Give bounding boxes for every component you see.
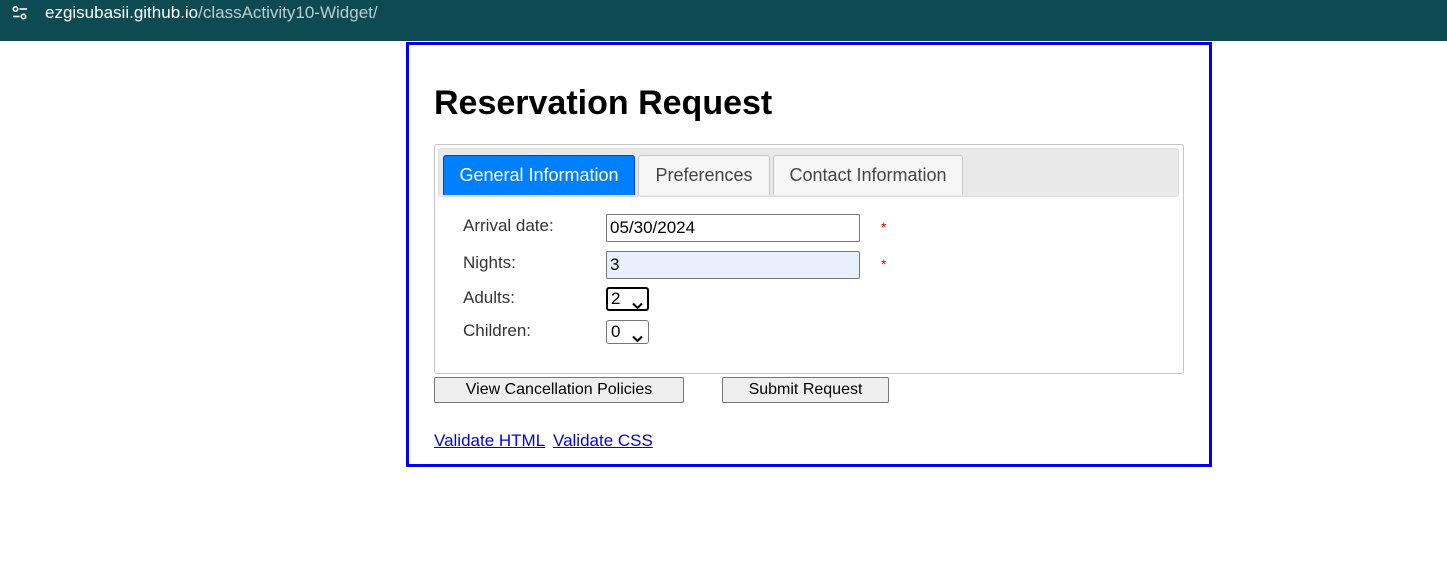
- children-label: Children:: [463, 321, 532, 340]
- arrival-date-input[interactable]: [606, 214, 860, 242]
- url-path: /classActivity10-Widget/: [198, 3, 378, 22]
- children-select-value: 0: [611, 322, 621, 341]
- browser-address-bar: ezgisubasii.github.io/classActivity10-Wi…: [0, 0, 1447, 37]
- tab-general-information[interactable]: General Information: [443, 155, 635, 195]
- tabs-widget: General Information Preferences Contact …: [434, 144, 1184, 374]
- tab-preferences[interactable]: Preferences: [638, 155, 770, 195]
- nights-label: Nights:: [463, 253, 516, 272]
- nights-input[interactable]: [606, 251, 860, 279]
- adults-select-value: 2: [611, 289, 621, 308]
- page-title: Reservation Request: [434, 84, 773, 122]
- chevron-down-icon: [632, 295, 643, 310]
- arrival-date-required-mark: *: [881, 219, 887, 235]
- children-select[interactable]: 0: [606, 320, 649, 344]
- validate-css-link[interactable]: Validate CSS: [553, 431, 653, 451]
- view-cancellation-policies-button[interactable]: View Cancellation Policies: [434, 377, 684, 403]
- url-host: ezgisubasii.github.io: [45, 3, 199, 22]
- chevron-down-icon: [632, 328, 643, 343]
- adults-label: Adults:: [463, 288, 515, 307]
- nights-required-mark: *: [881, 256, 887, 272]
- address-bar-bottom-strip: [0, 33, 1447, 41]
- page-container: Reservation Request General Information …: [406, 42, 1212, 467]
- tab-contact-information[interactable]: Contact Information: [773, 155, 963, 195]
- submit-request-button[interactable]: Submit Request: [722, 377, 889, 403]
- arrival-date-label: Arrival date:: [463, 216, 554, 235]
- url-field[interactable]: ezgisubasii.github.io/classActivity10-Wi…: [45, 3, 378, 23]
- tab-bar: General Information Preferences Contact …: [438, 148, 1179, 197]
- validate-html-link[interactable]: Validate HTML: [434, 431, 545, 451]
- adults-select[interactable]: 2: [606, 287, 649, 311]
- tune-icon[interactable]: [11, 4, 29, 22]
